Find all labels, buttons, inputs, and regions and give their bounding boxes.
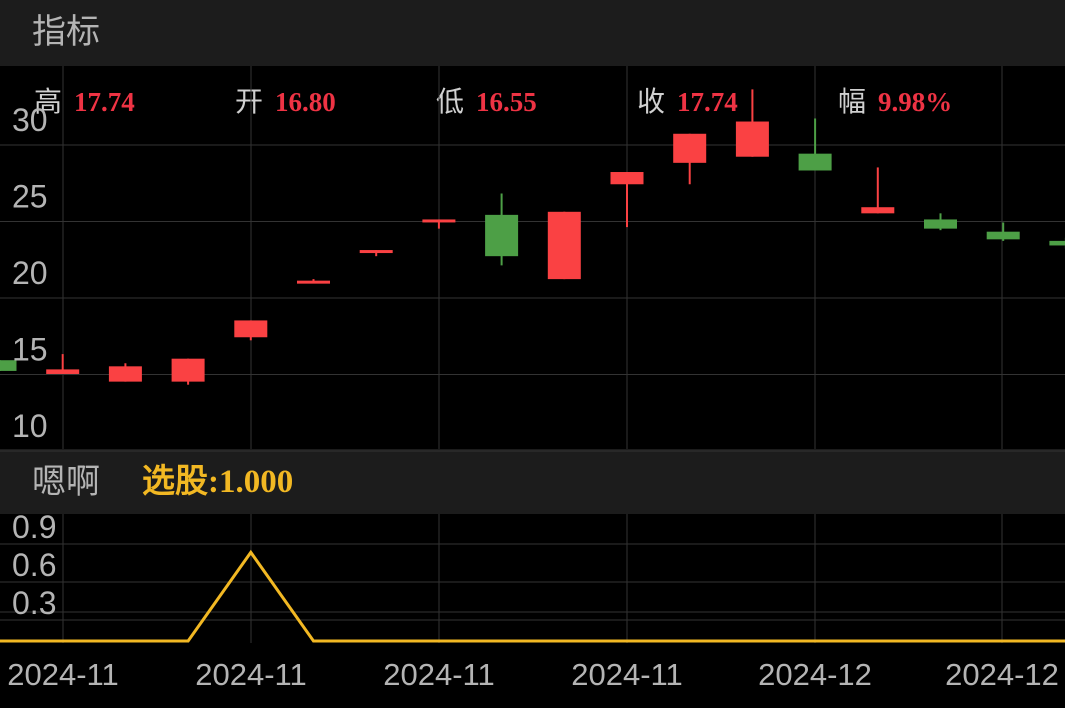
candle: [171, 358, 205, 385]
candle: [108, 363, 142, 382]
price-axis-label: 20: [12, 255, 48, 291]
candle-body: [1049, 240, 1065, 246]
date-axis-label: 2024-11: [7, 657, 118, 692]
price-axis-label: 30: [12, 102, 48, 138]
candle-body: [359, 250, 393, 254]
candle-body: [673, 133, 707, 163]
candle: [798, 118, 832, 171]
date-axis-label: 2024-11: [195, 657, 306, 692]
indicator-series-line: [0, 549, 1065, 643]
candle: [861, 167, 895, 214]
date-axis-label: 2024-11: [383, 657, 494, 692]
candle: [359, 250, 393, 257]
price-axis-label: 25: [12, 179, 48, 215]
candle-body: [485, 214, 519, 257]
indicator-axis-label: 0.6: [12, 547, 56, 583]
candle-body: [924, 219, 957, 229]
candle: [234, 320, 268, 341]
candle-body: [798, 153, 832, 171]
date-axis-label: 2024-12: [758, 657, 872, 692]
indicator-axis-label: 0.3: [12, 585, 56, 621]
candles: [0, 89, 1065, 385]
candle: [547, 211, 581, 280]
price-axis-label: 15: [12, 332, 48, 368]
candle-body: [422, 219, 456, 223]
candle: [1049, 237, 1065, 249]
candle-body: [861, 207, 895, 214]
candle-body: [297, 280, 330, 284]
candle-body: [547, 211, 581, 280]
candle: [422, 219, 456, 229]
date-axis-label: 2024-11: [571, 657, 682, 692]
candle: [610, 172, 644, 228]
candle: [46, 354, 80, 374]
price-axis-label: 10: [12, 408, 48, 444]
candle-body: [108, 366, 142, 382]
candle-body: [234, 320, 268, 338]
candle: [673, 133, 707, 185]
candle: [735, 89, 769, 157]
candle: [297, 279, 330, 284]
indicator-axis-label: 0.9: [12, 509, 56, 545]
candle: [924, 213, 957, 231]
candle-body: [986, 231, 1020, 240]
chart-grid: [0, 66, 1065, 643]
candle: [485, 193, 519, 266]
candle: [986, 222, 1020, 241]
candle-body: [735, 121, 769, 157]
candle-body: [46, 369, 80, 374]
candle-body: [171, 358, 205, 382]
candle-body: [610, 172, 644, 185]
stock-chart[interactable]: 10 15 20 25 30 0.30.60.9 2024-11 2024-11 2024-11…: [0, 0, 1065, 708]
date-axis-label: 2024-12: [945, 657, 1059, 692]
